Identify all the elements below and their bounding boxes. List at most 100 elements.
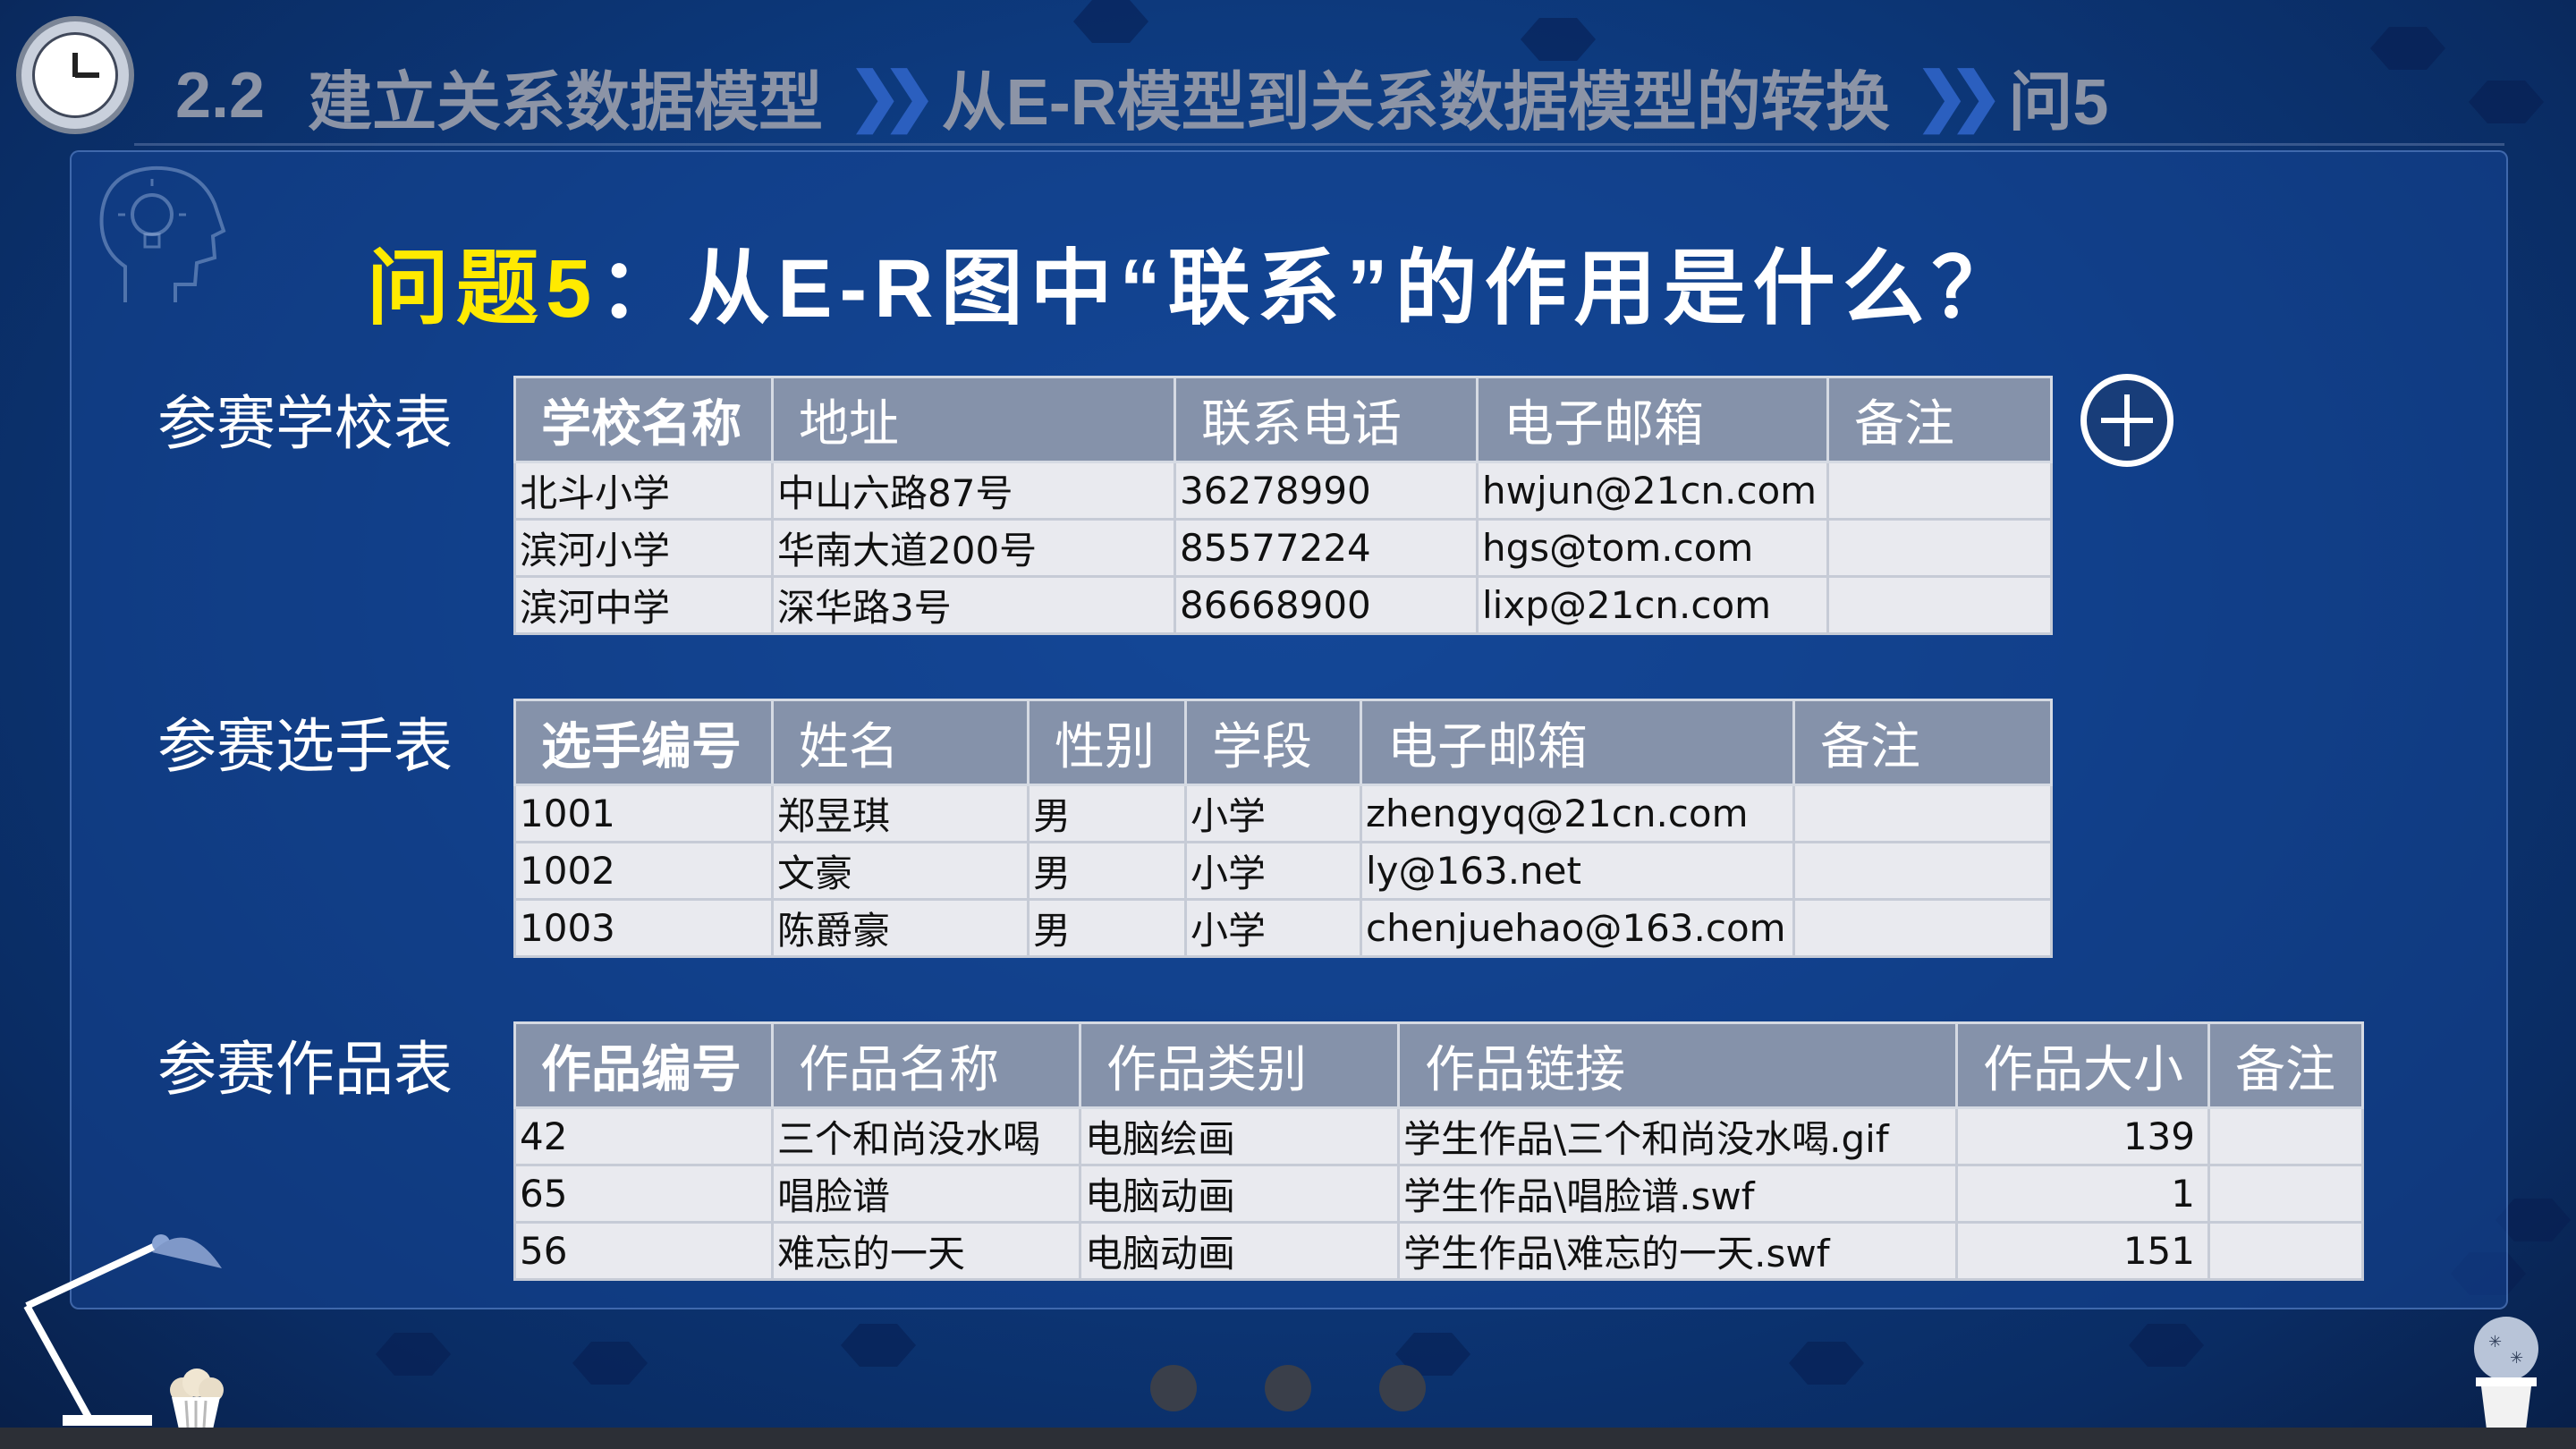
- table-cell: 男: [1027, 784, 1187, 843]
- chevron-double-right-icon: ❯❯: [1914, 61, 2004, 132]
- breadcrumb-part2: 从E-R模型到关系数据模型的转换: [941, 66, 1890, 139]
- column-header: 作品大小: [1955, 1021, 2210, 1109]
- table-cell: [2207, 1106, 2364, 1166]
- table-cell: 唱脸谱: [771, 1164, 1081, 1224]
- table-cell: [1792, 841, 2053, 901]
- table-header-row: 学校名称 地址 联系电话 电子邮箱 备注: [513, 376, 2053, 463]
- table-cell: 三个和尚没水喝: [771, 1106, 1081, 1166]
- question-text: ：从E-R图中“联系”的作用是什么？: [598, 243, 2021, 335]
- table-cell: 难忘的一天: [771, 1221, 1081, 1281]
- column-header: 地址: [771, 376, 1176, 463]
- table-cell: 86668900: [1174, 575, 1479, 635]
- table-cell: 深华路3号: [771, 575, 1176, 635]
- table-cell: 42: [513, 1106, 774, 1166]
- table-row: 1001 郑昱琪 男 小学 zhengyq@21cn.com: [513, 784, 2053, 843]
- table-cell: 文豪: [771, 841, 1030, 901]
- table-cell: 滨河中学: [513, 575, 774, 635]
- table-cell: zhengyq@21cn.com: [1360, 784, 1795, 843]
- table-cell: lixp@21cn.com: [1476, 575, 1829, 635]
- table-cell: 学生作品\三个和尚没水喝.gif: [1397, 1106, 1958, 1166]
- table-cell: 1003: [513, 898, 774, 958]
- table-cell: [1826, 575, 2053, 635]
- players-table: 选手编号 姓名 性别 学段 电子邮箱 备注 1001 郑昱琪 男 小学 zhen…: [513, 699, 2053, 958]
- table-cell: 中山六路87号: [771, 461, 1176, 521]
- table-cell: 85577224: [1174, 518, 1479, 578]
- column-header: 备注: [1826, 376, 2053, 463]
- column-header: 选手编号: [513, 699, 774, 786]
- table-cell: 电脑动画: [1079, 1164, 1400, 1224]
- lightbulb-head-icon: [99, 165, 226, 302]
- table-cell: [2207, 1221, 2364, 1281]
- table-cell: 151: [1955, 1221, 2210, 1281]
- table-cell: 36278990: [1174, 461, 1479, 521]
- works-table-label: 参赛作品表: [157, 1035, 453, 1104]
- table-row: 北斗小学 中山六路87号 36278990 hwjun@21cn.com: [513, 461, 2053, 521]
- table-cell: ly@163.net: [1360, 841, 1795, 901]
- chevron-double-right-icon: ❯❯: [848, 61, 936, 132]
- table-cell: 学生作品\唱脸谱.swf: [1397, 1164, 1958, 1224]
- floor-bar: [0, 1428, 2576, 1449]
- table-cell: [2207, 1164, 2364, 1224]
- table-cell: chenjuehao@163.com: [1360, 898, 1795, 958]
- column-header: 性别: [1027, 699, 1187, 786]
- table-cell: [1826, 518, 2053, 578]
- column-header: 作品链接: [1397, 1021, 1958, 1109]
- table-cell: 男: [1027, 841, 1187, 901]
- question-number: 问题5: [367, 243, 599, 335]
- column-header: 作品名称: [771, 1021, 1081, 1109]
- table-cell: 陈爵豪: [771, 898, 1030, 958]
- plus-circle-icon[interactable]: [2080, 374, 2174, 467]
- table-cell: 1001: [513, 784, 774, 843]
- table-row: 56 难忘的一天 电脑动画 学生作品\难忘的一天.swf 151: [513, 1221, 2364, 1281]
- pagination-dot[interactable]: [1379, 1365, 1426, 1411]
- slide-pagination: [0, 1365, 2576, 1411]
- svg-text:✳: ✳: [2488, 1333, 2502, 1352]
- pagination-dot[interactable]: [1150, 1365, 1197, 1411]
- table-cell: 小学: [1184, 784, 1362, 843]
- column-header: 电子邮箱: [1360, 699, 1795, 786]
- works-table: 作品编号 作品名称 作品类别 作品链接 作品大小 备注 42 三个和尚没水喝 电…: [513, 1021, 2364, 1281]
- column-header: 姓名: [771, 699, 1030, 786]
- table-cell: 电脑动画: [1079, 1221, 1400, 1281]
- table-cell: 139: [1955, 1106, 2210, 1166]
- question-title: 问题5：从E-R图中“联系”的作用是什么？: [367, 222, 2021, 341]
- table-cell: 小学: [1184, 841, 1362, 901]
- table-cell: 1: [1955, 1164, 2210, 1224]
- table-cell: hgs@tom.com: [1476, 518, 1829, 578]
- table-row: 1003 陈爵豪 男 小学 chenjuehao@163.com: [513, 898, 2053, 958]
- table-cell: [1826, 461, 2053, 521]
- column-header: 学校名称: [513, 376, 774, 463]
- column-header: 备注: [1792, 699, 2053, 786]
- table-cell: 男: [1027, 898, 1187, 958]
- table-row: 滨河中学 深华路3号 86668900 lixp@21cn.com: [513, 575, 2053, 635]
- table-cell: 北斗小学: [513, 461, 774, 521]
- table-cell: 郑昱琪: [771, 784, 1030, 843]
- breadcrumb-part1: 建立关系数据模型: [308, 66, 824, 139]
- table-cell: 学生作品\难忘的一天.swf: [1397, 1221, 1958, 1281]
- pagination-dot[interactable]: [1265, 1365, 1311, 1411]
- column-header: 联系电话: [1174, 376, 1479, 463]
- column-header: 作品编号: [513, 1021, 774, 1109]
- table-cell: 56: [513, 1221, 774, 1281]
- schools-table: 学校名称 地址 联系电话 电子邮箱 备注 北斗小学 中山六路87号 362789…: [513, 376, 2053, 635]
- breadcrumb-section: 2.2: [175, 60, 266, 131]
- table-cell: 65: [513, 1164, 774, 1224]
- table-header-row: 选手编号 姓名 性别 学段 电子邮箱 备注: [513, 699, 2053, 786]
- column-header: 电子邮箱: [1476, 376, 1829, 463]
- breadcrumb: 2.2 建立关系数据模型 ❯❯ 从E-R模型到关系数据模型的转换 ❯❯ 问5: [175, 55, 2108, 139]
- table-cell: 1002: [513, 841, 774, 901]
- column-header: 学段: [1184, 699, 1362, 786]
- clock-icon: [16, 16, 134, 134]
- column-header: 作品类别: [1079, 1021, 1400, 1109]
- column-header: 备注: [2207, 1021, 2364, 1109]
- players-table-label: 参赛选手表: [157, 712, 453, 781]
- table-row: 滨河小学 华南大道200号 85577224 hgs@tom.com: [513, 518, 2053, 578]
- table-cell: 滨河小学: [513, 518, 774, 578]
- table-row: 65 唱脸谱 电脑动画 学生作品\唱脸谱.swf 1: [513, 1164, 2364, 1224]
- table-cell: [1792, 784, 2053, 843]
- table-row: 1002 文豪 男 小学 ly@163.net: [513, 841, 2053, 901]
- table-cell: 华南大道200号: [771, 518, 1176, 578]
- breadcrumb-part3: 问5: [2008, 66, 2109, 139]
- table-row: 42 三个和尚没水喝 电脑绘画 学生作品\三个和尚没水喝.gif 139: [513, 1106, 2364, 1166]
- table-cell: 电脑绘画: [1079, 1106, 1400, 1166]
